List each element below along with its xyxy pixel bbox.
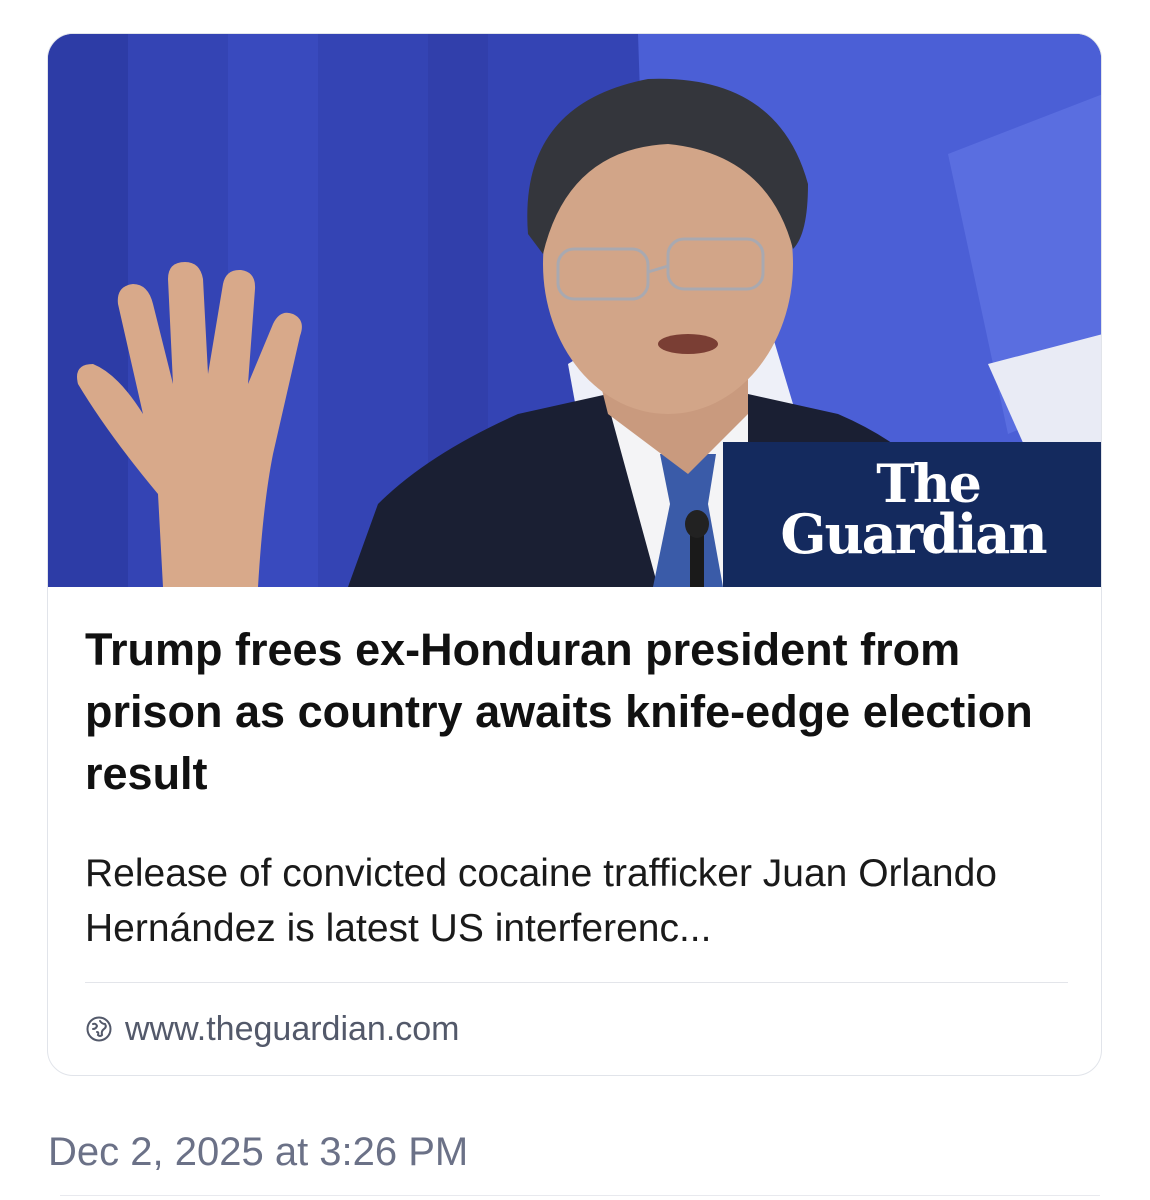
- article-image[interactable]: The Guardian: [48, 34, 1101, 587]
- bottom-divider: [60, 1195, 1100, 1196]
- divider: [85, 982, 1068, 983]
- article-headline[interactable]: Trump frees ex-Honduran president from p…: [85, 619, 1075, 805]
- globe-icon: [86, 1016, 112, 1042]
- message-timestamp: Dec 2, 2025 at 3:26 PM: [48, 1130, 469, 1174]
- guardian-logo: The Guardian: [723, 442, 1101, 587]
- source-url: www.theguardian.com: [125, 1009, 460, 1048]
- logo-line-2: Guardian: [780, 502, 1047, 566]
- source-link[interactable]: www.theguardian.com: [85, 1009, 460, 1049]
- link-preview-card[interactable]: The Guardian Trump frees ex-Honduran pre…: [47, 33, 1102, 1076]
- article-summary: Release of convicted cocaine trafficker …: [85, 852, 997, 950]
